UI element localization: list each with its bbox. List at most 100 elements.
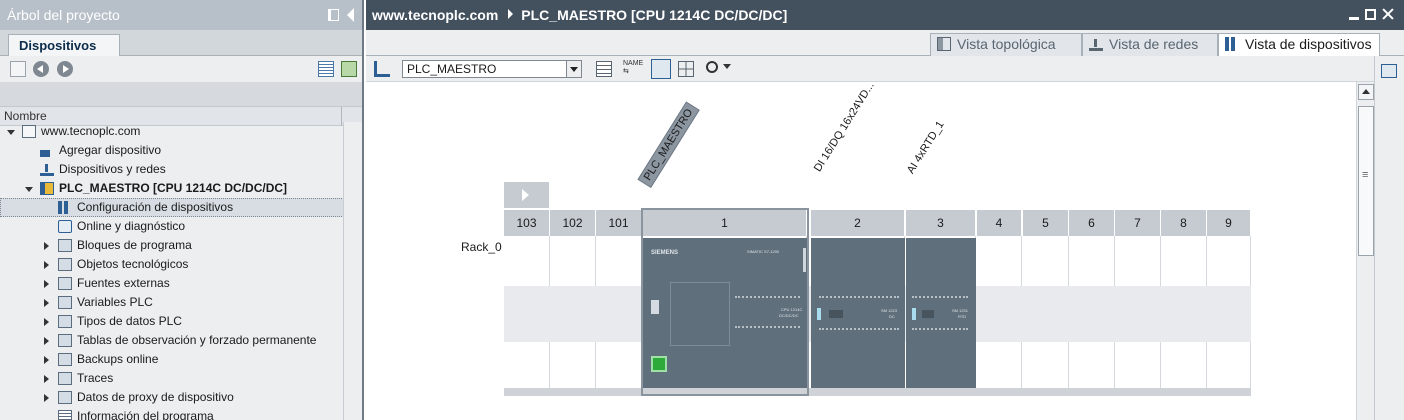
scroll-up-button[interactable] xyxy=(1358,84,1374,100)
restore-icon[interactable] xyxy=(1365,8,1376,20)
expanded-chevron-icon[interactable] xyxy=(25,187,33,192)
tree-item[interactable]: Tablas de observación y forzado permanen… xyxy=(0,331,362,350)
tree-item[interactable]: Objetos tecnológicos xyxy=(0,255,362,274)
collapsed-chevron-icon[interactable] xyxy=(44,356,49,364)
tab-device-view[interactable]: Vista de dispositivos xyxy=(1218,33,1380,57)
tree-item[interactable]: Traces xyxy=(0,369,362,388)
folder-icon xyxy=(58,239,72,252)
tree-item[interactable]: Fuentes externas xyxy=(0,274,362,293)
collapsed-chevron-icon[interactable] xyxy=(44,318,49,326)
plc-icon xyxy=(40,182,54,195)
expanded-chevron-icon[interactable] xyxy=(7,130,15,135)
device-selector-value: PLC_MAESTRO xyxy=(407,62,497,76)
minimize-icon[interactable] xyxy=(1349,16,1359,20)
collapsed-chevron-icon[interactable] xyxy=(44,280,49,288)
collapsed-chevron-icon[interactable] xyxy=(44,375,49,383)
expand-rack-icon[interactable] xyxy=(522,189,529,201)
tree-item[interactable]: Online y diagnóstico xyxy=(0,217,362,236)
slot-header-6[interactable]: 6 xyxy=(1069,210,1115,236)
tree-extra-column xyxy=(343,236,362,255)
scroll-thumb[interactable] xyxy=(1358,106,1374,256)
back-icon[interactable] xyxy=(33,61,49,77)
slot-header-3[interactable]: 3 xyxy=(906,210,976,236)
collapse-pane-icon[interactable] xyxy=(347,8,354,22)
slot-header-101[interactable]: 101 xyxy=(596,210,642,236)
collapsed-chevron-icon[interactable] xyxy=(44,242,49,250)
tree-extra-column xyxy=(343,293,362,312)
slot-header-1[interactable]: 1 xyxy=(643,210,807,236)
tree-item[interactable]: Información del programa xyxy=(0,407,362,420)
name-label-icon[interactable]: NAME ⇆ xyxy=(623,60,643,78)
slot-header-103[interactable]: 103 xyxy=(504,210,550,236)
sm1-leds-top xyxy=(819,296,899,298)
device-data-icon[interactable] xyxy=(1381,64,1397,78)
slot-header-4[interactable]: 4 xyxy=(977,210,1022,236)
breadcrumb-chevron-icon xyxy=(508,9,514,19)
network-icon xyxy=(40,163,54,176)
tree-item[interactable]: Datos de proxy de dispositivo xyxy=(0,388,362,407)
zoom-dropdown-icon[interactable] xyxy=(723,64,731,69)
grid-icon[interactable] xyxy=(678,61,694,77)
tree-item[interactable]: Dispositivos y redes xyxy=(0,160,362,179)
cpu-model: CPU 1214C xyxy=(781,307,803,312)
view-tab-strip: Vista topológica Vista de redes Vista de… xyxy=(366,30,1404,57)
rack-bottom-band xyxy=(504,388,1251,396)
device-canvas[interactable]: Rack_0 PLC_MAESTRO DI 16/DQ 16x24VD... A… xyxy=(366,80,1358,420)
tab-devices[interactable]: Dispositivos xyxy=(8,34,120,57)
collapsed-chevron-icon[interactable] xyxy=(44,394,49,402)
tree-item-label: Objetos tecnológicos xyxy=(77,257,189,271)
tree-item[interactable]: PLC_MAESTRO [CPU 1214C DC/DC/DC] xyxy=(0,179,362,198)
slot-header-2[interactable]: 2 xyxy=(811,210,905,236)
slot-header-7[interactable]: 7 xyxy=(1115,210,1161,236)
zoom-icon[interactable] xyxy=(706,61,718,73)
module-label-plc[interactable]: PLC_MAESTRO xyxy=(637,101,700,188)
tab-topology-view[interactable]: Vista topológica xyxy=(930,33,1082,56)
tree-item[interactable]: Agregar dispositivo xyxy=(0,141,362,160)
tree-item[interactable]: Variables PLC xyxy=(0,293,362,312)
module-label-di-dq[interactable]: DI 16/DQ 16x24VD... xyxy=(812,80,877,174)
slot-header-5[interactable]: 5 xyxy=(1023,210,1069,236)
detail-view-icon[interactable] xyxy=(318,61,334,77)
pin-icon[interactable] xyxy=(328,9,339,21)
overview-icon[interactable] xyxy=(341,61,357,77)
sm-di-dq-module[interactable]: SM 1223 DC xyxy=(811,238,905,388)
new-item-icon[interactable] xyxy=(10,61,26,77)
project-tree-title: Árbol del proyecto xyxy=(7,7,120,23)
slot-header-9[interactable]: 9 xyxy=(1207,210,1251,236)
device-config-icon xyxy=(58,201,72,214)
tree-item-label: PLC_MAESTRO [CPU 1214C DC/DC/DC] xyxy=(59,181,288,195)
cpu-module[interactable]: SIEMENS SIMATIC S7-1200 CPU 1214C DC/DC/… xyxy=(643,238,807,388)
collapsed-chevron-icon[interactable] xyxy=(44,337,49,345)
tree-extra-column xyxy=(343,388,362,407)
rack-navigator[interactable] xyxy=(504,182,549,208)
canvas-vertical-scrollbar[interactable] xyxy=(1356,82,1374,420)
device-selector[interactable]: PLC_MAESTRO xyxy=(402,60,582,78)
tree-extra-column xyxy=(343,274,362,293)
module-label-ai[interactable]: AI 4xRTD_1 xyxy=(905,119,947,176)
tree-item[interactable]: www.tecnoplc.com xyxy=(0,122,362,141)
program-info-icon xyxy=(58,410,72,420)
wiring-icon[interactable] xyxy=(596,61,612,77)
chevron-down-icon[interactable] xyxy=(566,61,581,77)
tree-item[interactable]: Backups online xyxy=(0,350,362,369)
tree-extra-column xyxy=(343,141,362,160)
tree-item-label: Información del programa xyxy=(77,409,214,420)
tree-extra-column xyxy=(343,369,362,388)
tab-network-view[interactable]: Vista de redes xyxy=(1082,33,1218,56)
sm-ai-rtd-module[interactable]: SM 1231 RTD xyxy=(906,238,976,388)
network-icon xyxy=(1089,37,1103,51)
breadcrumb-device[interactable]: PLC_MAESTRO [CPU 1214C DC/DC/DC] xyxy=(521,7,787,23)
collapsed-chevron-icon[interactable] xyxy=(44,261,49,269)
tree-item[interactable]: Bloques de programa xyxy=(0,236,362,255)
close-icon[interactable] xyxy=(1382,8,1394,20)
show-module-labels-icon[interactable] xyxy=(651,59,671,79)
forward-icon[interactable] xyxy=(57,61,73,77)
breadcrumb-project[interactable]: www.tecnoplc.com xyxy=(372,7,498,23)
tree-extra-column xyxy=(343,407,362,420)
collapsed-chevron-icon[interactable] xyxy=(44,299,49,307)
tree-item[interactable]: Configuración de dispositivos xyxy=(0,198,362,217)
device-tree-icon[interactable] xyxy=(374,61,390,77)
tree-item[interactable]: Tipos de datos PLC xyxy=(0,312,362,331)
slot-header-102[interactable]: 102 xyxy=(550,210,596,236)
slot-header-8[interactable]: 8 xyxy=(1161,210,1207,236)
